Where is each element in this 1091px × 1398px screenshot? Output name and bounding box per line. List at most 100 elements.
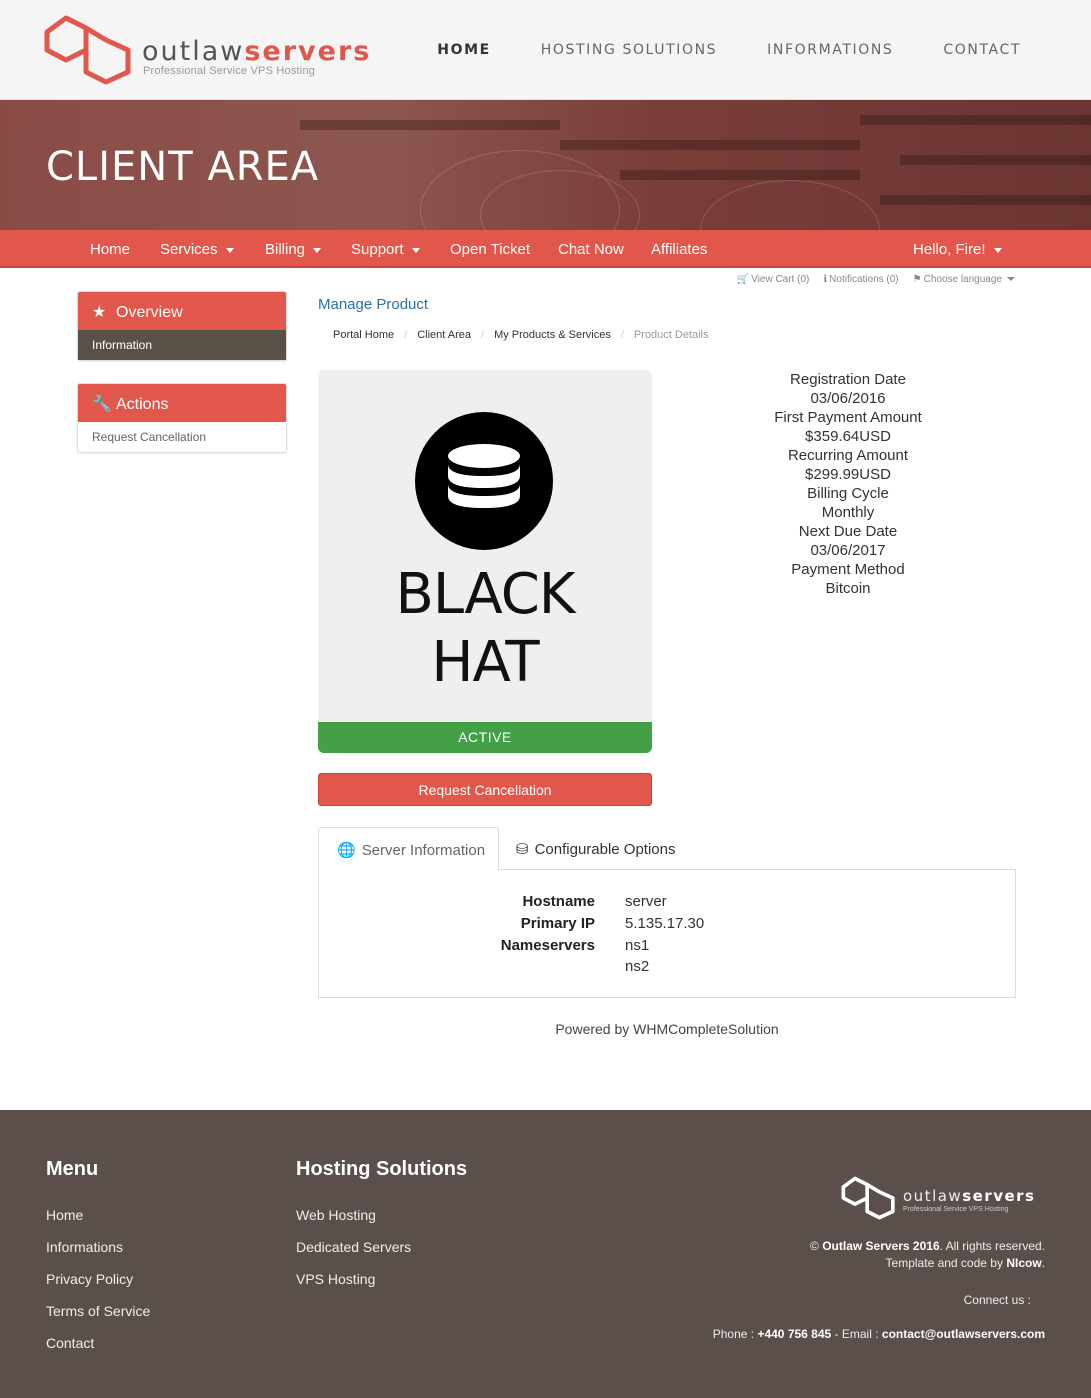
footer-link-contact[interactable]: Contact	[46, 1335, 94, 1351]
topnav-home[interactable]: HOME	[437, 42, 491, 58]
footer-logo: outlawservers Professional Service VPS H…	[841, 1174, 1045, 1222]
sidebar-item-information[interactable]: Information	[78, 330, 286, 360]
overview-title: Overview	[116, 304, 183, 321]
view-cart-link[interactable]: 🛒 View Cart (0)	[737, 274, 810, 285]
contact-line: Phone : +440 756 845 - Email : contact@o…	[712, 1327, 1045, 1341]
phone-number[interactable]: +440 756 845	[757, 1327, 831, 1341]
nameserver-1: ns1	[625, 937, 650, 954]
detail-label: First Payment Amount	[774, 409, 922, 426]
footer-link-privacy-policy[interactable]: Privacy Policy	[46, 1271, 133, 1287]
nav-open-ticket[interactable]: Open Ticket	[450, 241, 530, 258]
detail-label: Registration Date	[790, 371, 906, 388]
product-name-line2: HAT	[431, 630, 539, 695]
language-icon: ⚑	[912, 274, 922, 285]
banner-decor	[620, 170, 860, 180]
tab-server-information[interactable]: 🌐 Server Information	[318, 827, 499, 871]
breadcrumb-portal-home[interactable]: Portal Home	[333, 329, 394, 341]
database-glyph	[448, 444, 520, 508]
breadcrumb: Portal Home / Client Area / My Products & …	[333, 329, 709, 341]
product-details: Registration Date 03/06/2016 First Payme…	[748, 370, 948, 598]
product-card: BLACK HAT	[318, 370, 652, 722]
overview-panel-header: ★ Overview	[78, 292, 286, 330]
language-label: Choose language	[923, 274, 1002, 285]
nav-billing[interactable]: Billing	[265, 241, 322, 258]
sidebar-item-request-cancellation[interactable]: Request Cancellation	[78, 422, 286, 452]
utility-links: 🛒 View Cart (0) ℹ Notifications (0) ⚑ Choos…	[737, 274, 1015, 285]
banner-decor	[880, 195, 1091, 205]
banner-decor	[300, 120, 560, 130]
nav-support[interactable]: Support	[351, 241, 420, 258]
brand-tagline: Professional Service VPS Hosting	[143, 65, 316, 77]
powered-by: Powered by WHMCompleteSolution	[555, 1021, 779, 1037]
template-credit: Template and code by NIcow.	[885, 1256, 1045, 1270]
footer-link-informations[interactable]: Informations	[46, 1239, 123, 1255]
footer-link-web-hosting[interactable]: Web Hosting	[296, 1207, 376, 1223]
overview-panel: ★ Overview Information	[77, 291, 287, 361]
breadcrumb-products[interactable]: My Products & Services	[494, 329, 611, 341]
footer-link-terms[interactable]: Terms of Service	[46, 1303, 150, 1319]
primary-ip-label: Primary IP	[520, 915, 595, 932]
detail-label: Payment Method	[791, 561, 905, 578]
info-tabs: 🌐 Server Information ⛁ Configurable Option…	[318, 827, 1016, 871]
chevron-down-icon	[225, 247, 234, 253]
nameserver-2: ns2	[625, 958, 650, 975]
request-cancellation-button[interactable]: Request Cancellation	[318, 773, 652, 806]
detail-value: Monthly	[821, 504, 875, 521]
detail-value: 03/06/2017	[810, 542, 886, 559]
tab-configurable-options-label: Configurable Options	[534, 841, 676, 858]
breadcrumb-client-area[interactable]: Client Area	[417, 329, 471, 341]
brand-logo[interactable]: outlawservers Professional Service VPS H…	[44, 14, 369, 86]
detail-value: Bitcoin	[825, 580, 871, 597]
chevron-down-icon	[1007, 277, 1015, 282]
banner-decor	[900, 155, 1091, 165]
banner-decor	[860, 115, 1091, 125]
view-cart-label: View Cart (0)	[751, 274, 810, 285]
section-title: Manage Product	[318, 296, 429, 313]
logo-cube-icon	[44, 15, 131, 85]
detail-label: Billing Cycle	[807, 485, 889, 502]
nav-home[interactable]: Home	[90, 241, 130, 258]
logo-cube-icon	[841, 1176, 895, 1220]
footer-link-dedicated-servers[interactable]: Dedicated Servers	[296, 1239, 411, 1255]
tab-configurable-options[interactable]: ⛁ Configurable Options	[516, 827, 676, 871]
notifications-label: Notifications (0)	[829, 274, 899, 285]
site-footer: Menu Home Informations Privacy Policy Te…	[0, 1110, 1091, 1398]
notifications-link[interactable]: ℹ Notifications (0)	[823, 274, 898, 285]
client-area-navbar: Home Services Billing Support Open Ticke…	[0, 230, 1091, 268]
email-link[interactable]: contact@outlawservers.com	[882, 1327, 1045, 1341]
nav-services-label: Services	[160, 241, 218, 258]
footer-link-home[interactable]: Home	[46, 1207, 83, 1223]
status-badge: ACTIVE	[318, 722, 652, 753]
chevron-down-icon	[313, 247, 322, 253]
top-navigation: HOME HOSTING SOLUTIONS INFORMATIONS CONT…	[387, 42, 1021, 58]
nav-chat-now[interactable]: Chat Now	[558, 241, 624, 258]
nav-user-menu[interactable]: Hello, Fire!	[913, 241, 1002, 258]
detail-value: $359.64USD	[805, 428, 891, 445]
detail-value: 03/06/2016	[810, 390, 886, 407]
topnav-informations[interactable]: INFORMATIONS	[767, 42, 893, 58]
banner-decor	[700, 180, 880, 230]
nav-support-label: Support	[351, 241, 404, 258]
footer-brand-tagline: Professional Service VPS Hosting	[903, 1206, 1009, 1213]
database-icon	[415, 412, 553, 550]
footer-menu-title: Menu	[46, 1158, 99, 1180]
detail-label: Recurring Amount	[787, 447, 909, 464]
nameservers-label: Nameservers	[500, 937, 595, 954]
nav-affiliates[interactable]: Affiliates	[651, 241, 707, 258]
cart-icon: 🛒	[736, 274, 750, 285]
chevron-down-icon	[411, 247, 420, 253]
footer-link-vps-hosting[interactable]: VPS Hosting	[296, 1271, 375, 1287]
info-icon: ℹ	[823, 274, 828, 285]
topnav-hosting-solutions[interactable]: HOSTING SOLUTIONS	[541, 42, 717, 58]
copyright: © Outlaw Servers 2016. All rights reserv…	[810, 1239, 1045, 1253]
language-selector[interactable]: ⚑ Choose language	[913, 274, 1015, 285]
nav-services[interactable]: Services	[160, 241, 234, 258]
server-info-panel: Hostname server Primary IP 5.135.17.30 N…	[318, 869, 1016, 998]
wrench-icon: 🔧	[92, 396, 112, 413]
page-banner: CLIENT AREA	[0, 100, 1091, 230]
site-header: outlawservers Professional Service VPS H…	[0, 0, 1091, 100]
actions-title: Actions	[116, 396, 169, 413]
star-icon: ★	[92, 304, 107, 321]
topnav-contact[interactable]: CONTACT	[943, 42, 1021, 58]
breadcrumb-separator: /	[481, 329, 485, 341]
